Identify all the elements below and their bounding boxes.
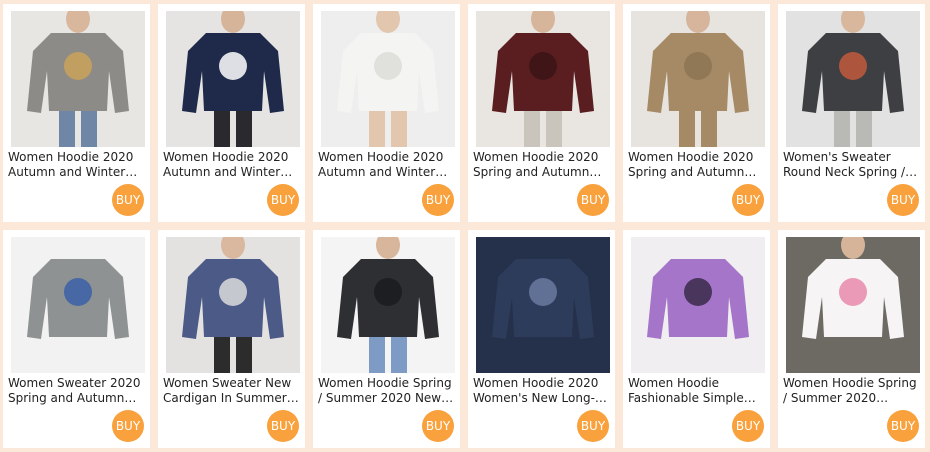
buy-button[interactable]: BUY bbox=[112, 410, 144, 442]
product-title[interactable]: Women Hoodie 2020 Women's New Long-Sleev… bbox=[473, 376, 609, 406]
product-image[interactable] bbox=[166, 11, 300, 147]
product-card[interactable]: Women Hoodie Spring / Summer 2020 Women'… bbox=[778, 230, 925, 448]
product-image[interactable] bbox=[11, 11, 145, 147]
product-title[interactable]: Women Hoodie Fashionable Simple Print Pu… bbox=[628, 376, 764, 406]
product-image[interactable] bbox=[11, 237, 145, 373]
buy-button[interactable]: BUY bbox=[267, 184, 299, 216]
product-title[interactable]: Women Hoodie Spring / Summer 2020 New Of… bbox=[318, 376, 454, 406]
product-image[interactable] bbox=[786, 237, 920, 373]
product-title[interactable]: Women's Sweater Round Neck Spring / Summ… bbox=[783, 150, 919, 180]
product-card[interactable]: Women Hoodie 2020 Spring and Autumn Knit… bbox=[468, 4, 615, 222]
product-card[interactable]: Women Sweater New Cardigan In Summer Thi… bbox=[158, 230, 305, 448]
product-card[interactable]: Women Hoodie Fashionable Simple Print Pu… bbox=[623, 230, 770, 448]
buy-button[interactable]: BUY bbox=[577, 410, 609, 442]
product-image[interactable] bbox=[631, 237, 765, 373]
buy-button[interactable]: BUY bbox=[887, 184, 919, 216]
buy-button[interactable]: BUY bbox=[732, 410, 764, 442]
product-card[interactable]: Women Hoodie 2020 Autumn and Winter Long… bbox=[313, 4, 460, 222]
product-image[interactable] bbox=[166, 237, 300, 373]
product-card[interactable]: Women Hoodie 2020 Women's New Long-Sleev… bbox=[468, 230, 615, 448]
product-card[interactable]: Women Sweater 2020 Spring and Autumn Car… bbox=[3, 230, 150, 448]
buy-button[interactable]: BUY bbox=[267, 410, 299, 442]
product-image[interactable] bbox=[476, 237, 610, 373]
buy-button[interactable]: BUY bbox=[887, 410, 919, 442]
buy-button[interactable]: BUY bbox=[577, 184, 609, 216]
product-image[interactable] bbox=[786, 11, 920, 147]
product-title[interactable]: Women Hoodie 2020 Spring and Autumn Knit… bbox=[628, 150, 764, 180]
product-title[interactable]: Women Sweater 2020 Spring and Autumn Car… bbox=[8, 376, 144, 406]
product-card[interactable]: Women Hoodie 2020 Autumn and Winter New … bbox=[158, 4, 305, 222]
product-title[interactable]: Women Hoodie 2020 Autumn and Winter New … bbox=[163, 150, 299, 180]
buy-button[interactable]: BUY bbox=[112, 184, 144, 216]
product-image[interactable] bbox=[321, 237, 455, 373]
product-card[interactable]: Women Hoodie 2020 Spring and Autumn Knit… bbox=[623, 4, 770, 222]
product-title[interactable]: Women Sweater New Cardigan In Summer Thi… bbox=[163, 376, 299, 406]
product-image[interactable] bbox=[321, 11, 455, 147]
product-image[interactable] bbox=[631, 11, 765, 147]
product-title[interactable]: Women Hoodie 2020 Autumn and Winter New … bbox=[8, 150, 144, 180]
product-title[interactable]: Women Hoodie 2020 Autumn and Winter Long… bbox=[318, 150, 454, 180]
product-grid: Women Hoodie 2020 Autumn and Winter New … bbox=[0, 0, 930, 452]
buy-button[interactable]: BUY bbox=[422, 410, 454, 442]
product-image[interactable] bbox=[476, 11, 610, 147]
product-title[interactable]: Women Hoodie 2020 Spring and Autumn Knit… bbox=[473, 150, 609, 180]
product-card[interactable]: Women's Sweater Round Neck Spring / Summ… bbox=[778, 4, 925, 222]
buy-button[interactable]: BUY bbox=[732, 184, 764, 216]
product-card[interactable]: Women Hoodie Spring / Summer 2020 New Of… bbox=[313, 230, 460, 448]
product-title[interactable]: Women Hoodie Spring / Summer 2020 Women'… bbox=[783, 376, 919, 406]
buy-button[interactable]: BUY bbox=[422, 184, 454, 216]
product-card[interactable]: Women Hoodie 2020 Autumn and Winter New … bbox=[3, 4, 150, 222]
